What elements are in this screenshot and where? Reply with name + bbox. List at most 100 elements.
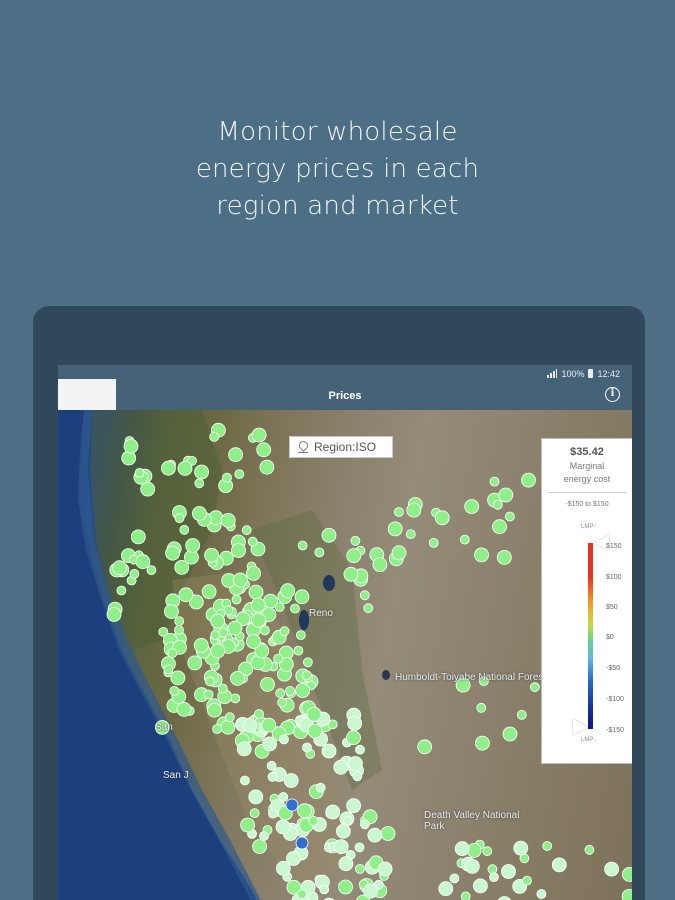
price-node[interactable] <box>498 487 514 503</box>
price-node[interactable] <box>295 630 306 641</box>
price-node[interactable] <box>116 585 127 596</box>
price-node[interactable] <box>207 702 222 718</box>
price-node[interactable] <box>285 798 299 812</box>
price-node[interactable] <box>273 653 284 664</box>
price-node[interactable] <box>489 476 500 487</box>
price-node[interactable] <box>346 548 362 564</box>
price-node[interactable] <box>354 863 365 874</box>
price-node[interactable] <box>164 604 179 619</box>
price-node[interactable] <box>223 605 234 616</box>
price-node[interactable] <box>321 743 337 759</box>
price-node[interactable] <box>319 884 330 895</box>
price-node[interactable] <box>474 547 489 563</box>
price-node[interactable] <box>240 817 256 833</box>
price-node[interactable] <box>203 689 214 700</box>
price-node[interactable] <box>210 613 226 629</box>
price-node[interactable] <box>338 879 353 895</box>
price-node[interactable] <box>513 840 529 856</box>
price-node[interactable] <box>248 789 264 805</box>
price-node[interactable] <box>295 683 311 698</box>
price-node[interactable] <box>134 468 145 478</box>
price-node[interactable] <box>163 664 174 675</box>
price-node[interactable] <box>251 427 267 443</box>
price-node[interactable] <box>280 583 296 599</box>
price-node[interactable] <box>210 643 226 659</box>
price-node[interactable] <box>296 889 307 900</box>
price-node[interactable] <box>178 587 194 603</box>
info-icon[interactable]: i <box>605 387 620 402</box>
price-node[interactable] <box>228 447 244 463</box>
price-node[interactable] <box>146 565 157 576</box>
price-node[interactable] <box>307 723 323 739</box>
price-node[interactable] <box>290 603 300 614</box>
price-node[interactable] <box>194 464 210 480</box>
price-node[interactable] <box>185 538 201 553</box>
price-node[interactable] <box>464 499 480 514</box>
price-node[interactable] <box>391 545 407 561</box>
price-node[interactable] <box>174 513 185 524</box>
price-node[interactable] <box>123 438 139 454</box>
price-node[interactable] <box>247 536 258 547</box>
price-node[interactable] <box>295 836 309 850</box>
price-node[interactable] <box>283 773 299 788</box>
price-node[interactable] <box>193 637 209 653</box>
price-node[interactable] <box>245 633 261 649</box>
price-node[interactable] <box>135 554 151 570</box>
price-node[interactable] <box>201 584 217 600</box>
price-node[interactable] <box>363 883 379 899</box>
price-node[interactable] <box>405 529 416 539</box>
price-node[interactable] <box>220 513 236 528</box>
price-node[interactable] <box>521 472 536 488</box>
price-node[interactable] <box>482 846 493 857</box>
price-node[interactable] <box>359 590 370 601</box>
price-node[interactable] <box>260 676 275 692</box>
price-node[interactable] <box>302 742 312 753</box>
price-node[interactable] <box>236 741 252 757</box>
price-node[interactable] <box>406 502 422 518</box>
price-node[interactable] <box>542 841 553 851</box>
price-node[interactable] <box>177 461 193 476</box>
price-node[interactable] <box>502 726 518 742</box>
price-node[interactable] <box>372 557 388 573</box>
price-node[interactable] <box>231 594 242 605</box>
price-node[interactable] <box>191 506 207 521</box>
price-node[interactable] <box>279 626 290 637</box>
price-node[interactable] <box>434 510 450 526</box>
price-node[interactable] <box>218 627 229 638</box>
price-node[interactable] <box>251 612 266 628</box>
price-node[interactable] <box>106 607 122 622</box>
price-node[interactable] <box>277 697 288 708</box>
price-node[interactable] <box>492 519 507 535</box>
price-node[interactable] <box>254 709 265 719</box>
price-node[interactable] <box>261 717 277 733</box>
price-node[interactable] <box>176 701 192 717</box>
price-node[interactable] <box>194 478 205 489</box>
price-node[interactable] <box>234 469 245 479</box>
price-node[interactable] <box>232 572 248 588</box>
price-node[interactable] <box>231 543 246 558</box>
price-node[interactable] <box>551 857 567 873</box>
price-node[interactable] <box>347 756 363 771</box>
price-node[interactable] <box>262 736 278 752</box>
price-node[interactable] <box>449 873 460 884</box>
drawer-tab[interactable] <box>58 379 116 412</box>
price-node[interactable] <box>301 670 312 681</box>
price-node[interactable] <box>417 739 433 755</box>
price-node[interactable] <box>487 864 498 875</box>
price-node[interactable] <box>342 815 353 826</box>
price-node[interactable] <box>350 535 361 546</box>
price-node[interactable] <box>497 896 512 900</box>
price-node[interactable] <box>604 861 619 877</box>
price-node[interactable] <box>516 709 527 720</box>
price-node[interactable] <box>112 560 127 576</box>
price-node[interactable] <box>488 872 499 883</box>
region-selector[interactable]: Region:ISO <box>289 436 393 458</box>
price-node[interactable] <box>230 693 241 704</box>
price-node[interactable] <box>428 537 439 548</box>
price-node[interactable] <box>387 521 403 537</box>
price-node[interactable] <box>174 625 184 635</box>
price-node[interactable] <box>286 851 301 866</box>
price-node[interactable] <box>454 841 470 857</box>
price-node[interactable] <box>306 706 322 722</box>
price-node[interactable] <box>333 759 349 775</box>
